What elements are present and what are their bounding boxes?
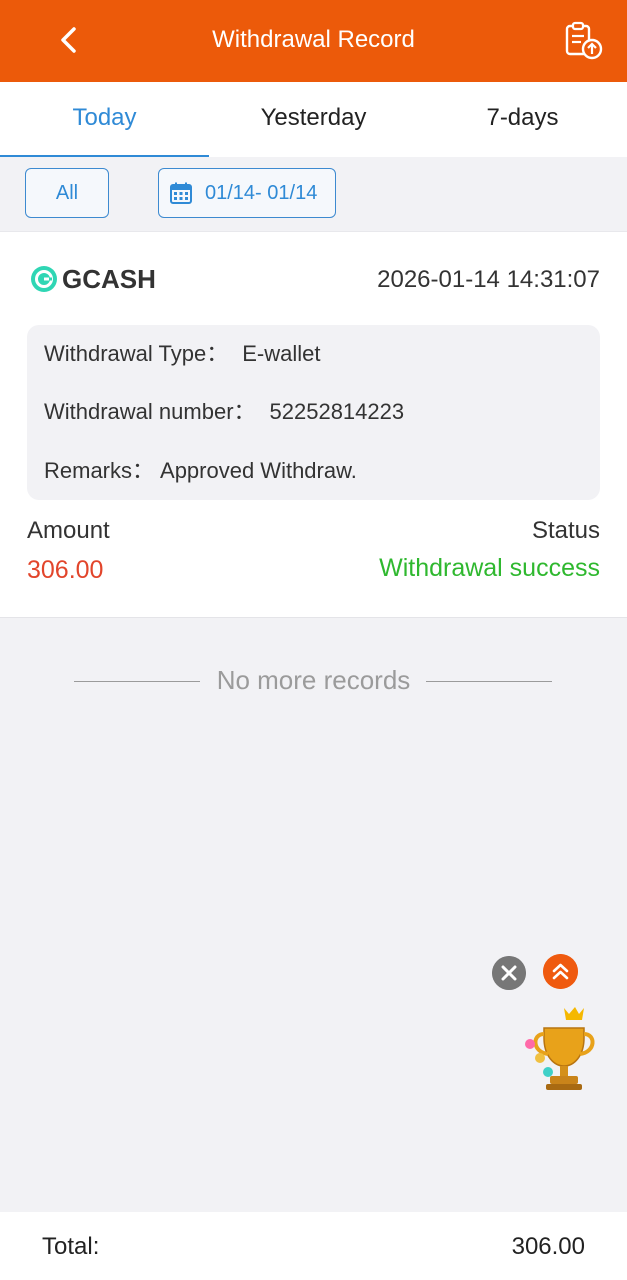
- close-icon[interactable]: [492, 956, 526, 990]
- tab-7-days[interactable]: 7-days: [418, 82, 627, 157]
- record-details: Withdrawal Type： E-wallet Withdrawal numb…: [27, 325, 600, 500]
- date-range-button[interactable]: 01/14- 01/14: [158, 168, 336, 218]
- withdrawal-type-label: Withdrawal Type：: [44, 341, 229, 366]
- payment-method: GCASH: [62, 264, 156, 294]
- remarks-row: Remarks： Approved Withdraw.: [44, 456, 357, 486]
- withdrawal-type-value: E-wallet: [242, 341, 321, 366]
- date-range-label: 01/14- 01/14: [205, 182, 318, 204]
- remarks-label: Remarks：: [44, 458, 155, 483]
- total-value: 306.00: [511, 1233, 585, 1260]
- status-label: Status: [531, 517, 600, 544]
- record-datetime: 2026-01-14 14:31:07: [377, 266, 600, 293]
- status-value: Withdrawal success: [379, 554, 600, 582]
- top-bar: Withdrawal Record: [0, 0, 627, 82]
- trophy-icon[interactable]: [522, 1002, 598, 1094]
- remarks-value: Approved Withdraw.: [160, 458, 357, 483]
- totals-bar: Total: 306.00: [0, 1212, 627, 1280]
- divider-right: [426, 681, 552, 682]
- no-more-records: No more records: [216, 665, 411, 695]
- amount-value: 306.00: [27, 556, 104, 584]
- withdrawal-number-label: Withdrawal number：: [44, 399, 256, 424]
- withdrawal-record-card: GCASH 2026-01-14 14:31:07 Withdrawal Typ…: [0, 232, 627, 618]
- withdrawal-number-row: Withdrawal number： 52252814223: [44, 397, 404, 427]
- date-tabs: Today Yesterday 7-days: [0, 82, 627, 158]
- tab-today[interactable]: Today: [0, 82, 209, 158]
- tab-yesterday[interactable]: Yesterday: [209, 82, 418, 157]
- double-chevron-up-icon[interactable]: [543, 954, 578, 989]
- withdrawal-type-row: Withdrawal Type： E-wallet: [44, 339, 320, 369]
- calendar-icon: [170, 182, 192, 204]
- all-filter-button[interactable]: All: [25, 168, 109, 218]
- total-label: Total:: [42, 1233, 100, 1260]
- withdrawal-number-value: 52252814223: [269, 399, 405, 424]
- page-title: Withdrawal Record: [212, 26, 415, 53]
- amount-label: Amount: [27, 517, 110, 544]
- gcash-logo-icon: [31, 266, 57, 292]
- clipboard-upload-icon[interactable]: [562, 20, 604, 62]
- filter-bar: All 01/14- 01/14: [0, 157, 627, 232]
